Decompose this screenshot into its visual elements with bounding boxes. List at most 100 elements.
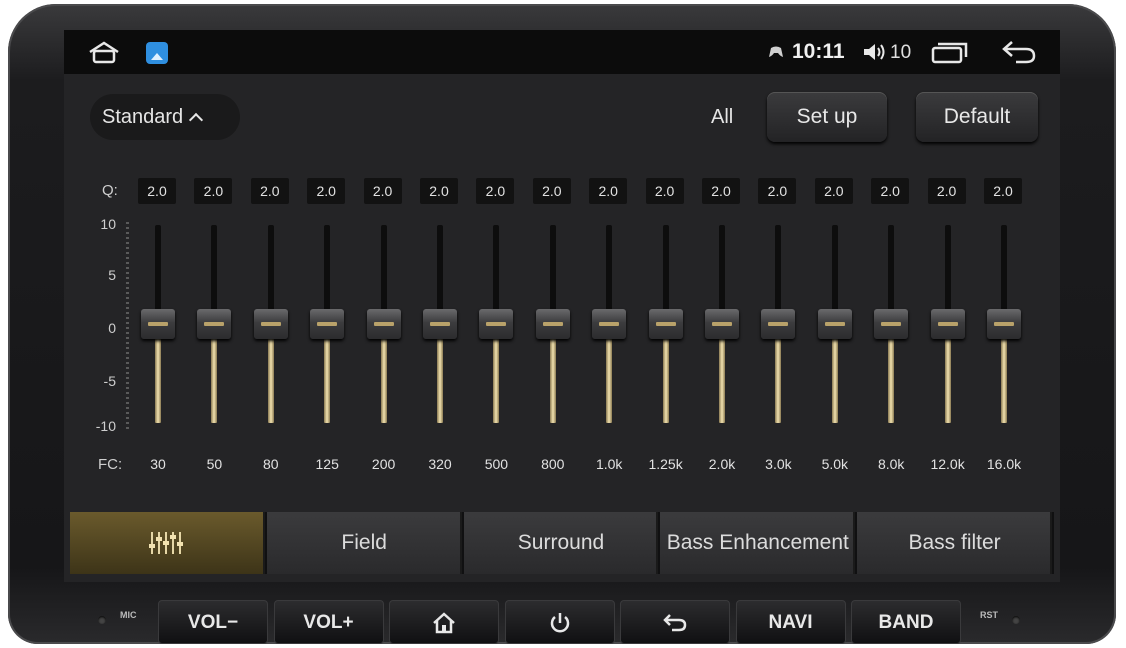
eq-band: 2.0 1.25k xyxy=(638,170,694,480)
eq-band: 2.0 16.0k xyxy=(976,170,1032,480)
eq-band: 2.0 200 xyxy=(356,170,412,480)
slider-handle[interactable] xyxy=(253,309,288,339)
hw-back-button[interactable] xyxy=(620,600,730,644)
hw-vol-button[interactable]: VOL− xyxy=(158,600,268,644)
mic-label: MIC xyxy=(120,610,137,620)
hw-home-button[interactable] xyxy=(389,600,499,644)
slider-handle[interactable] xyxy=(423,309,457,339)
home-icon[interactable] xyxy=(86,40,122,64)
equalizer-panel: Q: FC: 10 5 0 -5 -10 2.0 30 2.0 50 2.0 80 2.0 1… xyxy=(64,170,1060,480)
eq-band: 2.0 12.0k xyxy=(920,170,976,480)
q-value[interactable]: 2.0 xyxy=(984,178,1022,204)
q-value[interactable]: 2.0 xyxy=(702,178,740,204)
q-value[interactable]: 2.0 xyxy=(476,178,515,204)
slider-handle[interactable] xyxy=(761,309,796,339)
slider-handle[interactable] xyxy=(648,309,683,339)
eq-band: 2.0 320 xyxy=(412,170,468,480)
status-bar: 10:11 10 xyxy=(64,30,1060,74)
preset-dropdown[interactable]: Standard xyxy=(90,94,240,140)
gamepad-icon xyxy=(769,46,783,57)
volume-level: 10 xyxy=(890,42,912,63)
fc-value: 2.0k xyxy=(708,456,736,472)
q-value[interactable]: 2.0 xyxy=(363,178,402,204)
slider-handle[interactable] xyxy=(874,309,909,339)
eq-band: 2.0 800 xyxy=(525,170,581,480)
hw-band-button[interactable]: BAND xyxy=(851,600,961,644)
fc-value: 16.0k xyxy=(986,456,1022,472)
fc-value: 50 xyxy=(206,456,223,472)
setup-button[interactable]: Set up xyxy=(767,92,887,142)
reset-hole[interactable] xyxy=(1012,616,1020,624)
tab-bass-enhancement[interactable]: Bass Enhancement xyxy=(660,512,856,574)
scale-tick: 5 xyxy=(108,267,116,283)
chevron-up-icon xyxy=(189,112,204,128)
eq-band: 2.0 1.0k xyxy=(581,170,637,480)
volume-icon[interactable] xyxy=(862,42,888,62)
slider-handle[interactable] xyxy=(592,309,627,339)
fc-value: 200 xyxy=(371,456,396,472)
scale-dots xyxy=(126,222,129,432)
all-label[interactable]: All xyxy=(711,106,733,129)
slider-handle[interactable] xyxy=(705,309,739,339)
q-value[interactable]: 2.0 xyxy=(814,178,853,204)
tab-bass-filter[interactable]: Bass filter xyxy=(857,512,1052,574)
back-icon xyxy=(662,612,688,633)
hw-navi-button[interactable]: NAVI xyxy=(735,600,846,644)
eq-band: 2.0 2.0k xyxy=(694,170,750,480)
fc-value: 8.0k xyxy=(877,456,905,472)
home-icon xyxy=(432,612,456,634)
slider-handle[interactable] xyxy=(987,309,1021,339)
q-value[interactable]: 2.0 xyxy=(927,178,966,204)
tab-equalizer[interactable] xyxy=(70,512,265,574)
q-value[interactable]: 2.0 xyxy=(871,178,910,204)
tab-field[interactable]: Field xyxy=(266,512,462,574)
eq-band: 2.0 80 xyxy=(243,170,299,480)
fc-value: 80 xyxy=(263,456,279,472)
q-value[interactable]: 2.0 xyxy=(532,178,571,204)
recent-apps-icon[interactable] xyxy=(930,40,970,64)
eq-band: 2.0 5.0k xyxy=(807,170,863,480)
fc-value: 125 xyxy=(315,456,339,472)
slider-handle[interactable] xyxy=(197,309,232,339)
clock: 10:11 xyxy=(792,40,845,63)
eq-band: 2.0 125 xyxy=(299,170,355,480)
q-value[interactable]: 2.0 xyxy=(138,178,176,204)
scale-tick: 0 xyxy=(108,320,116,336)
q-value[interactable]: 2.0 xyxy=(250,178,289,204)
slider-handle[interactable] xyxy=(930,309,965,339)
eq-band: 2.0 500 xyxy=(468,170,524,480)
app-icon[interactable] xyxy=(146,42,168,64)
slider-handle[interactable] xyxy=(366,309,401,339)
equalizer-icon xyxy=(149,532,183,554)
q-value[interactable]: 2.0 xyxy=(420,178,458,204)
fc-value: 5.0k xyxy=(821,456,849,472)
slider-handle[interactable] xyxy=(310,309,345,339)
screen: 10:11 10 Standard All Set up Default Q: … xyxy=(64,30,1060,582)
scale-tick: -10 xyxy=(95,418,116,434)
fc-value: 1.25k xyxy=(648,456,683,472)
q-value[interactable]: 2.0 xyxy=(758,178,797,204)
hardware-button-bar: MIC RST VOL− VOL+ NAVI BAND xyxy=(84,596,1044,644)
slider-handle[interactable] xyxy=(141,309,175,339)
q-value[interactable]: 2.0 xyxy=(194,178,233,204)
q-value[interactable]: 2.0 xyxy=(589,178,628,204)
q-value[interactable]: 2.0 xyxy=(645,178,684,204)
slider-handle[interactable] xyxy=(479,309,514,339)
hw-vol-button[interactable]: VOL+ xyxy=(273,600,384,644)
default-button[interactable]: Default xyxy=(916,92,1038,142)
slider-handle[interactable] xyxy=(535,309,570,339)
tab-surround[interactable]: Surround xyxy=(463,512,659,574)
fc-value: 3.0k xyxy=(765,456,792,472)
back-icon[interactable] xyxy=(1000,38,1040,66)
q-label: Q: xyxy=(102,182,118,199)
fc-value: 320 xyxy=(428,456,452,472)
slider-handle[interactable] xyxy=(817,309,852,339)
scale-tick: -5 xyxy=(103,373,116,389)
effect-tabs: Field Surround Bass Enhancement Bass filter xyxy=(70,512,1054,574)
eq-band: 2.0 50 xyxy=(186,170,242,480)
hw-power-button[interactable] xyxy=(504,600,615,644)
eq-band: 2.0 3.0k xyxy=(750,170,806,480)
mic-hole xyxy=(98,616,106,624)
q-value[interactable]: 2.0 xyxy=(307,178,346,204)
eq-band: 2.0 8.0k xyxy=(863,170,919,480)
